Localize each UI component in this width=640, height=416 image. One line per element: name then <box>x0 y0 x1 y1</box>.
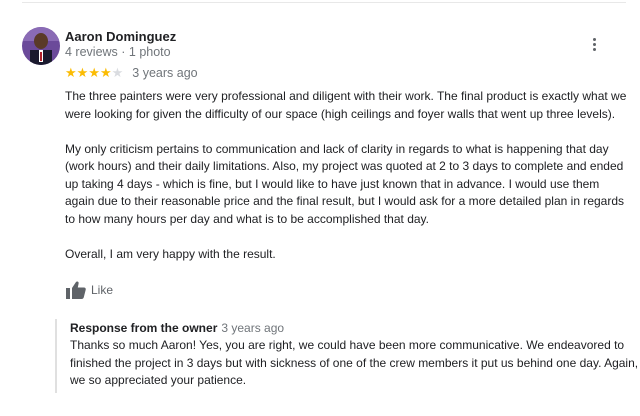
review-paragraph: Overall, I am very happy with the result… <box>65 246 276 261</box>
top-divider <box>22 2 626 3</box>
reviewer-meta: 4 reviews · 1 photo <box>65 45 171 59</box>
owner-response-header: Response from the owner 3 years ago <box>70 319 640 337</box>
owner-response-text: Thanks so much Aaron! Yes, you are right… <box>70 338 639 387</box>
review-paragraph: The three painters were very professiona… <box>65 89 627 121</box>
star-filled-icon: ★ <box>88 65 100 80</box>
avatar-image <box>22 27 60 65</box>
more-options-button[interactable] <box>584 34 604 54</box>
like-label: Like <box>91 283 114 297</box>
review-paragraph: My only criticism pertains to communicat… <box>65 141 625 226</box>
owner-response-time: 3 years ago <box>221 321 285 335</box>
owner-response: Response from the owner 3 years ago Thank… <box>55 319 640 393</box>
reviewer-avatar[interactable] <box>22 27 60 65</box>
star-empty-icon: ★ <box>111 65 124 80</box>
star-filled-icon: ★ <box>99 65 112 80</box>
review-time: 3 years ago <box>132 66 198 80</box>
rating-row: ★ ★ ★ ★ ★ 3 years ago <box>65 65 198 81</box>
star-filled-icon: ★ <box>65 65 77 80</box>
thumbs-up-icon <box>66 281 86 299</box>
star-rating: ★ ★ ★ ★ ★ <box>65 66 123 80</box>
more-vertical-icon <box>592 37 596 41</box>
review-text: The three painters were very professiona… <box>65 88 627 281</box>
star-filled-icon: ★ <box>76 65 89 80</box>
reviewer-name[interactable]: Aaron Dominguez <box>65 29 176 44</box>
like-button[interactable]: Like <box>66 281 113 299</box>
owner-response-title: Response from the owner <box>70 321 218 335</box>
